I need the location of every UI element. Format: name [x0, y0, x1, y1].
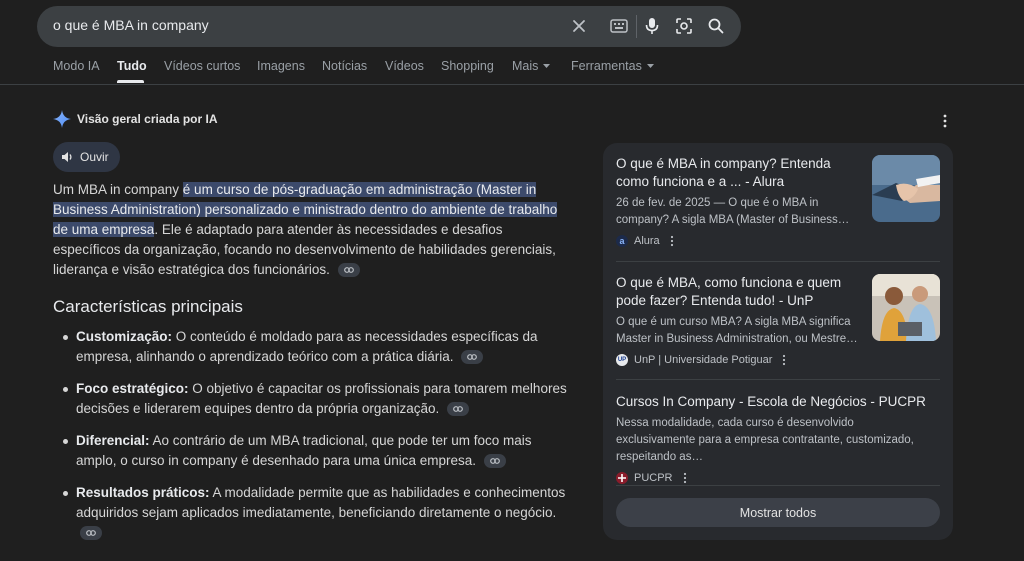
bullet-term: Diferencial:: [76, 433, 150, 448]
tab-shopping[interactable]: Shopping: [441, 59, 512, 73]
section-title: Características principais: [53, 297, 243, 316]
tab-videos[interactable]: Vídeos: [385, 59, 441, 73]
source-snippet: 26 de fev. de 2025 — O que é o MBA in co…: [616, 197, 850, 226]
citation-link-icon[interactable]: [461, 350, 484, 365]
unp-favicon-icon: UP: [616, 354, 628, 366]
tab-mais-label: Mais: [512, 59, 539, 73]
tabs-divider: [0, 84, 1024, 85]
tab-mais[interactable]: Mais: [512, 59, 571, 73]
ai-overview-header: Visão geral criada por IA: [53, 110, 218, 128]
tab-ferramentas[interactable]: Ferramentas: [571, 59, 654, 73]
caret-down-icon: [543, 64, 551, 68]
pucpr-favicon-icon: [616, 472, 628, 484]
list-item: Diferencial: Ao contrário de um MBA trad…: [63, 431, 573, 471]
list-item: Foco estratégico: O objetivo é capacitar…: [63, 379, 573, 419]
listen-button[interactable]: Ouvir: [53, 142, 120, 172]
source-title[interactable]: O que é MBA, como funciona e quem pode f…: [616, 274, 866, 310]
source-snippet: Nessa modalidade, cada curso é desenvolv…: [616, 417, 914, 463]
more-options-icon[interactable]: [670, 235, 674, 247]
search-bar[interactable]: o que é MBA in company: [37, 6, 741, 47]
source-name: PUCPR: [634, 472, 673, 484]
search-divider: [636, 15, 637, 38]
source-card-alura[interactable]: O que é MBA in company? Entenda como fun…: [616, 155, 940, 247]
show-all-button[interactable]: Mostrar todos: [616, 498, 940, 527]
search-tabs: Modo IA Tudo Vídeos curtos Imagens Notíc…: [53, 59, 654, 73]
bullet-term: Resultados práticos:: [76, 485, 210, 500]
more-options-icon[interactable]: [782, 354, 786, 366]
active-tab-indicator: [117, 80, 144, 83]
source-card-unp[interactable]: O que é MBA, como funciona e quem pode f…: [616, 274, 940, 366]
caret-down-icon: [646, 64, 654, 68]
tab-modo-ia[interactable]: Modo IA: [53, 59, 117, 73]
source-card-pucpr[interactable]: Cursos In Company - Escola de Negócios -…: [616, 393, 940, 484]
ai-overview-intro: Um MBA in company é um curso de pós-grad…: [53, 180, 563, 280]
search-input[interactable]: o que é MBA in company: [53, 17, 209, 33]
source-meta: a Alura: [616, 235, 940, 247]
tab-tudo[interactable]: Tudo: [117, 59, 164, 73]
tab-imagens[interactable]: Imagens: [257, 59, 322, 73]
card-divider: [616, 485, 940, 486]
sparkle-icon: [53, 110, 71, 128]
source-meta: UP UnP | Universidade Potiguar: [616, 354, 940, 366]
card-divider: [616, 379, 940, 380]
more-options-icon[interactable]: [940, 113, 950, 129]
microphone-icon[interactable]: [642, 16, 662, 36]
bullet-term: Foco estratégico:: [76, 381, 189, 396]
lens-icon[interactable]: [674, 16, 694, 36]
source-name: Alura: [634, 235, 660, 247]
sources-panel: O que é MBA in company? Entenda como fun…: [603, 143, 953, 540]
citation-link-icon[interactable]: [483, 454, 506, 469]
source-name: UnP | Universidade Potiguar: [634, 354, 773, 366]
source-meta: PUCPR: [616, 472, 940, 484]
more-options-icon[interactable]: [683, 472, 687, 484]
tab-videos-curtos[interactable]: Vídeos curtos: [164, 59, 257, 73]
alura-favicon-icon: a: [616, 235, 628, 247]
source-title[interactable]: O que é MBA in company? Entenda como fun…: [616, 155, 866, 191]
list-item: Customização: O conteúdo é moldado para …: [63, 327, 573, 367]
handshake-thumbnail[interactable]: [872, 155, 940, 222]
bullet-term: Customização:: [76, 329, 173, 344]
source-snippet: O que é um curso MBA? A sigla MBA signif…: [616, 316, 858, 345]
card-divider: [616, 261, 940, 262]
citation-link-icon[interactable]: [80, 526, 102, 541]
ai-overview-title: Visão geral criada por IA: [77, 112, 218, 126]
search-icon[interactable]: [706, 16, 726, 36]
citation-link-icon[interactable]: [447, 402, 469, 417]
speaker-icon: [62, 152, 72, 162]
keyboard-icon[interactable]: [609, 16, 629, 36]
tab-ferramentas-label: Ferramentas: [571, 59, 642, 73]
people-laptop-thumbnail[interactable]: [872, 274, 940, 341]
intro-text-pre: Um MBA in company: [53, 182, 183, 197]
features-list: Customização: O conteúdo é moldado para …: [63, 327, 573, 543]
citation-link-icon[interactable]: [337, 263, 360, 278]
list-item: Resultados práticos: A modalidade permit…: [63, 483, 573, 543]
source-title[interactable]: Cursos In Company - Escola de Negócios -…: [616, 393, 936, 411]
clear-icon[interactable]: [569, 16, 589, 36]
listen-label: Ouvir: [80, 150, 109, 164]
tab-noticias[interactable]: Notícias: [322, 59, 385, 73]
